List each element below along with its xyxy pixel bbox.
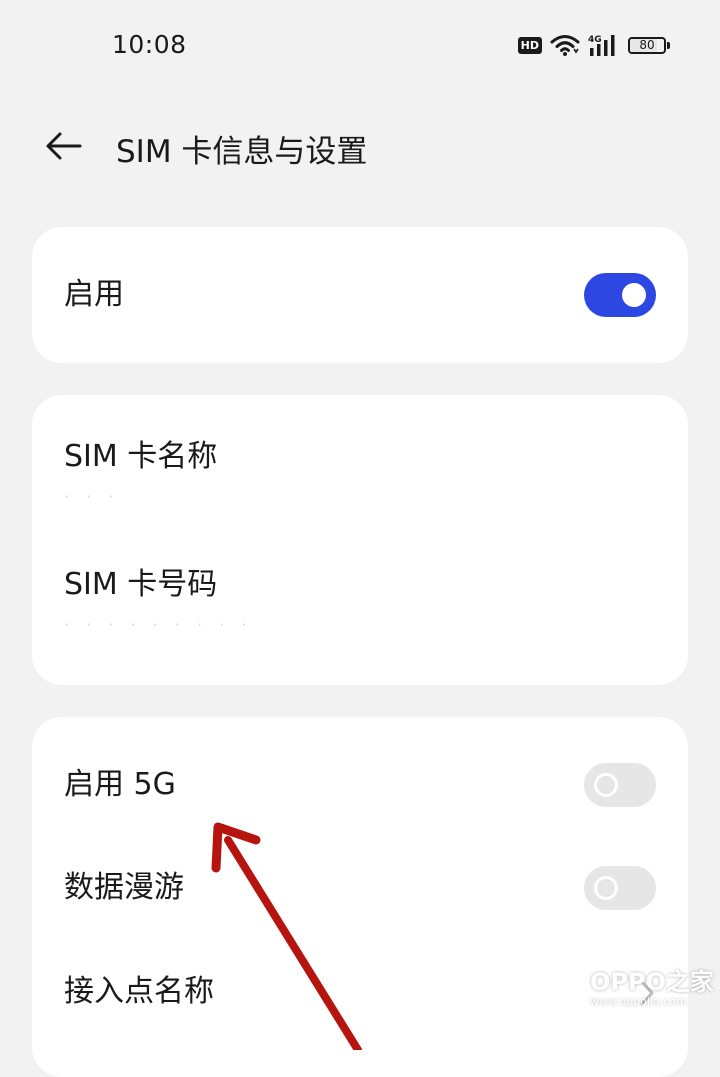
enable-5g-label: 启用 5G <box>64 767 176 802</box>
hd-icon: HD <box>517 36 542 54</box>
enable-label: 启用 <box>64 277 124 312</box>
sim-number-row[interactable]: SIM 卡号码 · · · · · · · · · <box>32 553 688 653</box>
arrow-left-icon <box>46 132 82 160</box>
data-roaming-toggle[interactable] <box>584 866 656 910</box>
apn-label: 接入点名称 <box>64 974 214 1009</box>
sim-name-value: · · · <box>64 487 120 506</box>
watermark-url: www.oppojia.com <box>590 994 687 1008</box>
toggle-knob <box>594 876 618 900</box>
enable-5g-row[interactable]: 启用 5G <box>32 745 688 825</box>
sim-name-label: SIM 卡名称 <box>64 439 218 474</box>
status-icons: HD 4G 80 <box>517 33 670 57</box>
card-enable: 启用 <box>32 227 688 363</box>
status-time: 10:08 <box>112 30 187 59</box>
toggle-knob <box>594 773 618 797</box>
enable-toggle[interactable] <box>584 273 656 317</box>
sim-number-value: · · · · · · · · · <box>64 615 253 634</box>
house-logo-icon <box>540 969 580 1008</box>
status-bar: 10:08 HD 4G 80 <box>0 0 720 90</box>
data-roaming-label: 数据漫游 <box>64 870 184 905</box>
watermark: OPPO之家 www.oppojia.com <box>538 966 714 1010</box>
battery-level-text: 80 <box>639 37 655 52</box>
network-type-label: 4G <box>588 35 602 45</box>
sim-number-label: SIM 卡号码 <box>64 567 218 602</box>
card-network: 启用 5G 数据漫游 接入点名称 <box>32 717 688 1077</box>
back-button[interactable] <box>36 122 92 170</box>
page-header: SIM 卡信息与设置 <box>0 110 720 182</box>
sim-name-row[interactable]: SIM 卡名称 · · · <box>32 425 688 525</box>
toggle-knob <box>622 283 646 307</box>
page-title: SIM 卡信息与设置 <box>116 134 368 170</box>
enable-5g-toggle[interactable] <box>584 763 656 807</box>
enable-row[interactable]: 启用 <box>32 255 688 335</box>
wifi-icon <box>550 35 580 56</box>
watermark-text: OPPO之家 <box>590 967 714 996</box>
card-sim-info: SIM 卡名称 · · · SIM 卡号码 · · · · · · · · · <box>32 395 688 685</box>
data-roaming-row[interactable]: 数据漫游 <box>32 848 688 928</box>
cellular-signal-icon: 4G <box>588 35 615 56</box>
battery-icon: 80 <box>628 36 670 54</box>
